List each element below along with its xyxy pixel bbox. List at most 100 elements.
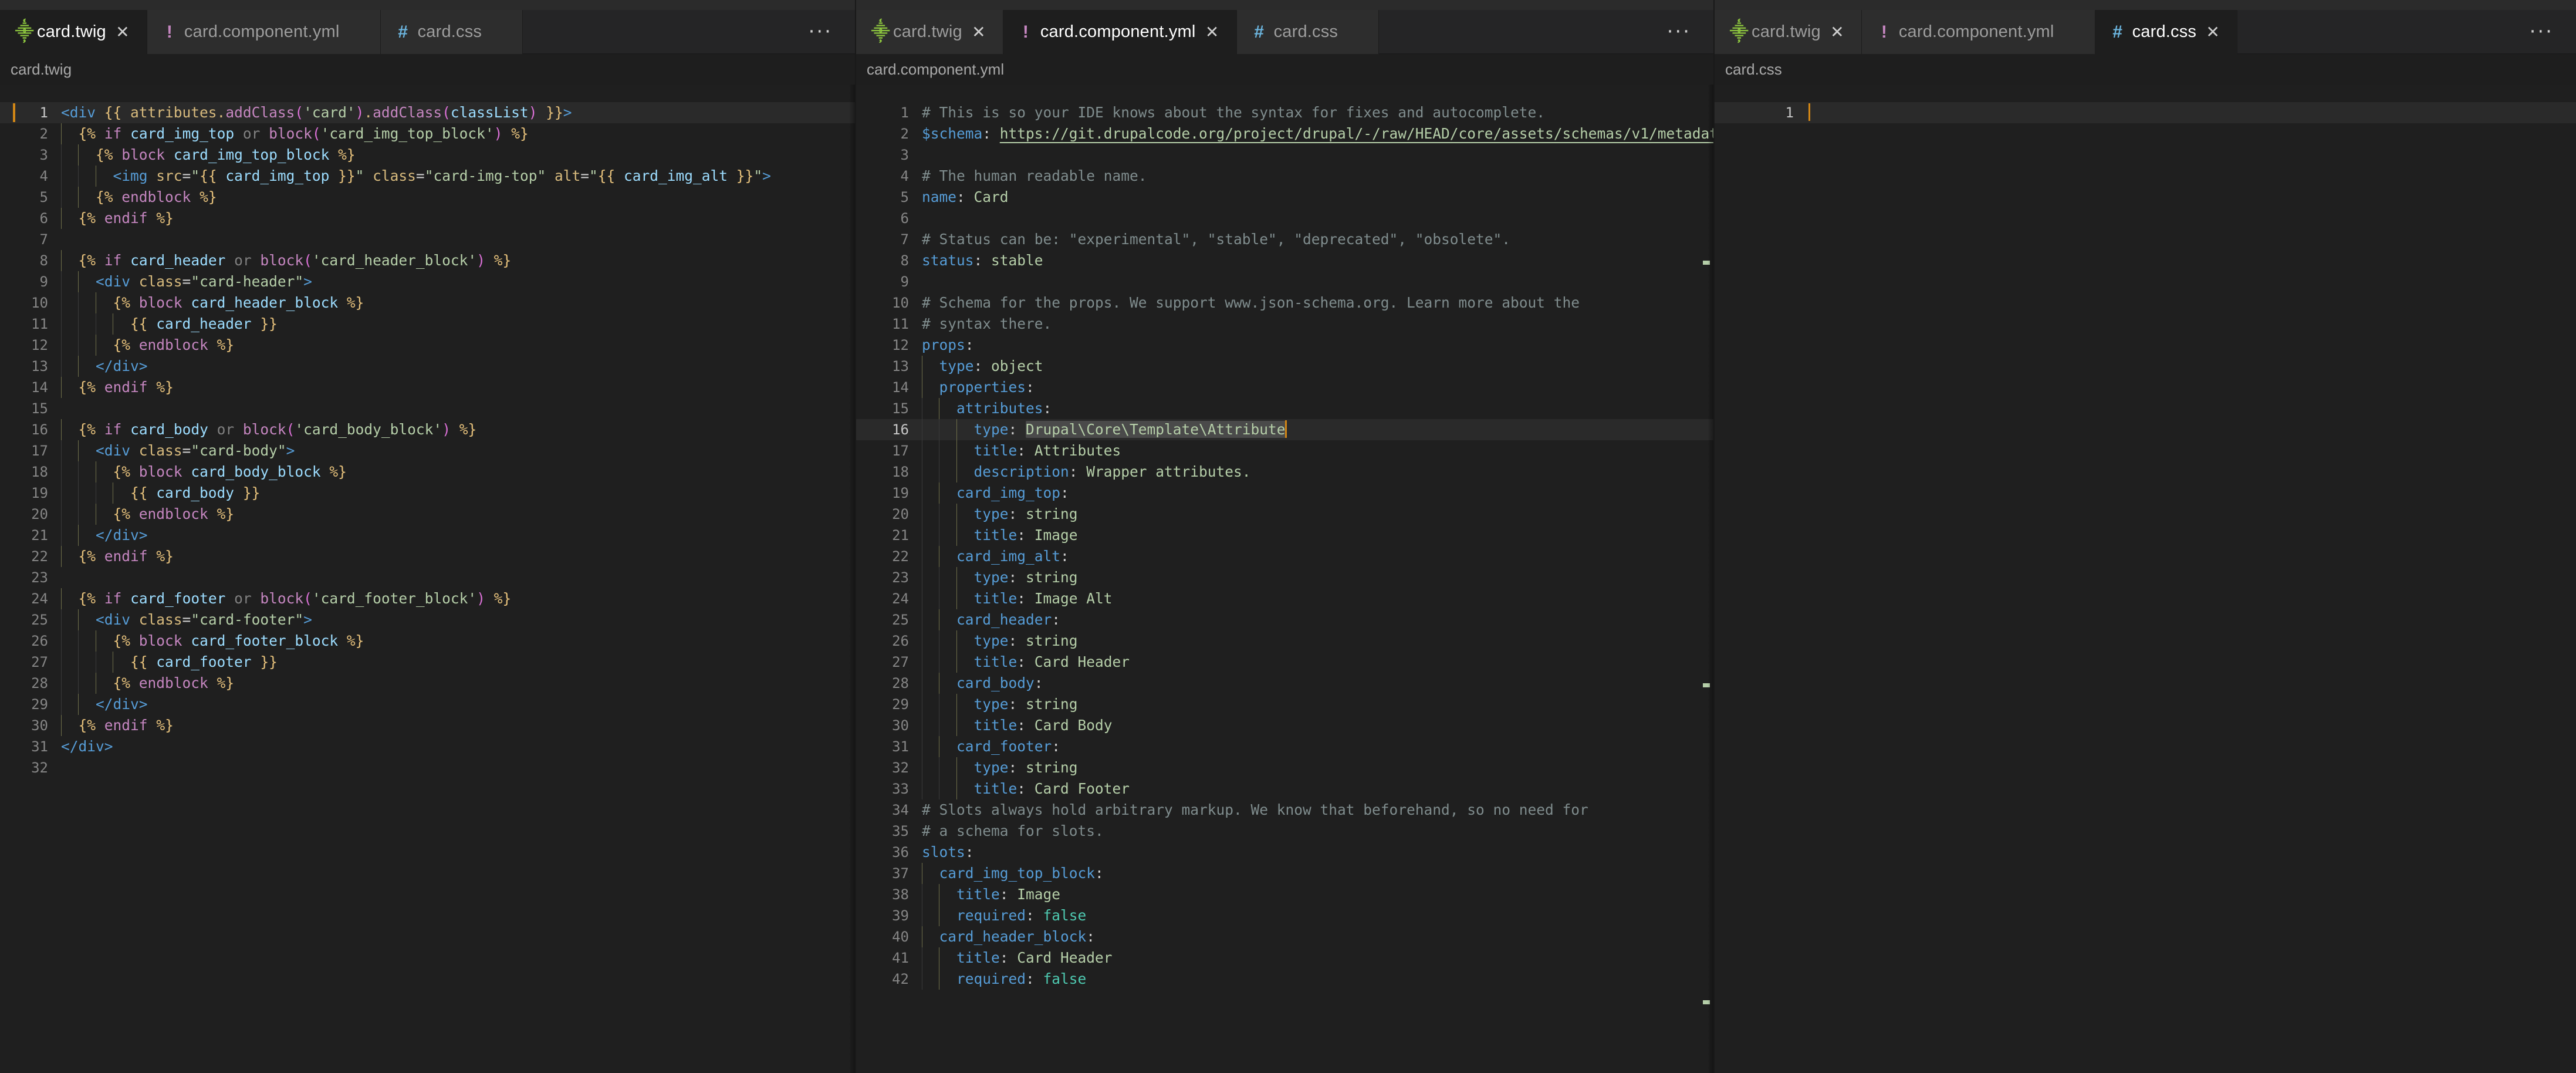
code-line[interactable]: 27 title: Card Header <box>856 652 1713 673</box>
code-line[interactable]: 12 {% endblock %} <box>0 335 855 356</box>
code-text[interactable]: # Status can be: "experimental", "stable… <box>909 229 1713 250</box>
code-line[interactable]: 1# This is so your IDE knows about the s… <box>856 102 1713 123</box>
code-line[interactable]: 22 {% endif %} <box>0 546 855 567</box>
code-line[interactable]: 15 attributes: <box>856 398 1713 419</box>
code-text[interactable]: {% block card_body_block %} <box>48 461 855 482</box>
code-line[interactable]: 39 required: false <box>856 905 1713 926</box>
code-text[interactable]: title: Card Body <box>909 715 1713 736</box>
code-text[interactable]: {% if card_body or block('card_body_bloc… <box>48 419 855 440</box>
code-text[interactable]: type: string <box>909 757 1713 778</box>
code-text[interactable]: title: Card Header <box>909 652 1713 673</box>
code-text[interactable]: type: object <box>909 356 1713 377</box>
code-line[interactable]: 27 {{ card_footer }} <box>0 652 855 673</box>
code-text[interactable]: properties: <box>909 377 1713 398</box>
code-text[interactable]: </div> <box>48 736 855 757</box>
code-line[interactable]: 24 title: Image Alt <box>856 588 1713 609</box>
code-line[interactable]: 14 {% endif %} <box>0 377 855 398</box>
code-line[interactable]: 8 {% if card_header or block('card_heade… <box>0 250 855 271</box>
tab-card-css[interactable]: #card.css✕ <box>1237 10 1380 54</box>
code-line[interactable]: 11# syntax there. <box>856 313 1713 335</box>
code-line[interactable]: 15 <box>0 398 855 419</box>
code-text[interactable]: {{ card_body }} <box>48 482 855 504</box>
code-line[interactable]: 23 <box>0 567 855 588</box>
code-text[interactable]: title: Image Alt <box>909 588 1713 609</box>
code-line[interactable]: 18 description: Wrapper attributes. <box>856 461 1713 482</box>
code-line[interactable]: 25 card_header: <box>856 609 1713 630</box>
code-text[interactable]: card_img_alt: <box>909 546 1713 567</box>
code-line[interactable]: 31</div> <box>0 736 855 757</box>
breadcrumb-css[interactable]: card.css <box>1715 54 2576 85</box>
code-line[interactable]: 37 card_img_top_block: <box>856 863 1713 884</box>
code-line[interactable]: 2$schema: https://git.drupalcode.org/pro… <box>856 123 1713 144</box>
code-line[interactable]: 3 {% block card_img_top_block %} <box>0 144 855 166</box>
editor-area-css[interactable]: 1 <box>1715 85 2576 1073</box>
close-icon[interactable]: ✕ <box>114 24 131 41</box>
code-line[interactable]: 16 type: Drupal\Core\Template\Attribute <box>856 419 1713 440</box>
breadcrumb-yml[interactable]: card.component.yml <box>856 54 1713 85</box>
code-text[interactable]: status: stable <box>909 250 1713 271</box>
code-content-twig[interactable]: 1<div {{ attributes.addClass('card').add… <box>0 102 855 778</box>
code-line[interactable]: 21 </div> <box>0 525 855 546</box>
code-text[interactable]: name: Card <box>909 187 1713 208</box>
tab-card-component-yml[interactable]: !card.component.yml✕ <box>147 10 381 54</box>
code-text[interactable]: </div> <box>48 525 855 546</box>
code-line[interactable]: 41 title: Card Header <box>856 947 1713 969</box>
code-text[interactable]: <div class="card-header"> <box>48 271 855 292</box>
code-text[interactable]: {% endif %} <box>48 208 855 229</box>
tab-card-twig[interactable]: ⸎card.twig✕ <box>856 10 1003 54</box>
code-line[interactable]: 40 card_header_block: <box>856 926 1713 947</box>
tab-card-css[interactable]: #card.css✕ <box>2095 10 2238 54</box>
code-line[interactable]: 3 <box>856 144 1713 166</box>
code-text[interactable]: # Slots always hold arbitrary markup. We… <box>909 799 1713 821</box>
code-text[interactable]: title: Attributes <box>909 440 1713 461</box>
code-line[interactable]: 16 {% if card_body or block('card_body_b… <box>0 419 855 440</box>
close-icon[interactable]: ✕ <box>1828 24 1846 41</box>
more-actions-icon[interactable]: ··· <box>809 22 833 42</box>
code-line[interactable]: 2 {% if card_img_top or block('card_img_… <box>0 123 855 144</box>
code-text[interactable]: {% if card_footer or block('card_footer_… <box>48 588 855 609</box>
code-line[interactable]: 26 {% block card_footer_block %} <box>0 630 855 652</box>
code-line[interactable]: 17 <div class="card-body"> <box>0 440 855 461</box>
code-line[interactable]: 7# Status can be: "experimental", "stabl… <box>856 229 1713 250</box>
code-line[interactable]: 22 card_img_alt: <box>856 546 1713 567</box>
code-line[interactable]: 30 title: Card Body <box>856 715 1713 736</box>
code-line[interactable]: 6 <box>856 208 1713 229</box>
code-text[interactable]: {% block card_header_block %} <box>48 292 855 313</box>
code-line[interactable]: 7 <box>0 229 855 250</box>
editor-area-twig[interactable]: 1<div {{ attributes.addClass('card').add… <box>0 85 855 1073</box>
breadcrumb-twig[interactable]: card.twig <box>0 54 855 85</box>
code-text[interactable]: type: string <box>909 694 1713 715</box>
code-line[interactable]: 13 </div> <box>0 356 855 377</box>
code-text[interactable]: </div> <box>48 694 855 715</box>
code-line[interactable]: 11 {{ card_header }} <box>0 313 855 335</box>
code-text[interactable]: {% block card_footer_block %} <box>48 630 855 652</box>
code-text[interactable]: {% if card_header or block('card_header_… <box>48 250 855 271</box>
code-line[interactable]: 28 card_body: <box>856 673 1713 694</box>
code-line[interactable]: 9 <box>856 271 1713 292</box>
code-text[interactable]: title: Image <box>909 884 1713 905</box>
code-line[interactable]: 31 card_footer: <box>856 736 1713 757</box>
code-line[interactable]: 21 title: Image <box>856 525 1713 546</box>
code-text[interactable]: card_img_top_block: <box>909 863 1713 884</box>
code-line[interactable]: 20 type: string <box>856 504 1713 525</box>
code-text[interactable]: {% endif %} <box>48 715 855 736</box>
code-text[interactable]: title: Card Footer <box>909 778 1713 799</box>
code-line[interactable]: 32 <box>0 757 855 778</box>
code-line[interactable]: 19 {{ card_body }} <box>0 482 855 504</box>
code-line[interactable]: 34# Slots always hold arbitrary markup. … <box>856 799 1713 821</box>
code-text[interactable]: required: false <box>909 905 1713 926</box>
tab-card-css[interactable]: #card.css✕ <box>381 10 523 54</box>
code-line[interactable]: 4 <img src="{{ card_img_top }}" class="c… <box>0 166 855 187</box>
tab-card-component-yml[interactable]: !card.component.yml✕ <box>1003 10 1237 54</box>
code-line[interactable]: 1<div {{ attributes.addClass('card').add… <box>0 102 855 123</box>
code-text[interactable]: {% endif %} <box>48 546 855 567</box>
code-text[interactable]: # This is so your IDE knows about the sy… <box>909 102 1713 123</box>
tab-card-component-yml[interactable]: !card.component.yml✕ <box>1862 10 2095 54</box>
code-text[interactable]: type: Drupal\Core\Template\Attribute <box>909 419 1713 440</box>
code-text[interactable]: {% endblock %} <box>48 673 855 694</box>
code-text[interactable]: type: string <box>909 504 1713 525</box>
close-icon[interactable]: ✕ <box>2204 24 2222 41</box>
code-text[interactable]: attributes: <box>909 398 1713 419</box>
code-text[interactable]: <div {{ attributes.addClass('card').addC… <box>48 102 855 123</box>
code-line[interactable]: 5name: Card <box>856 187 1713 208</box>
